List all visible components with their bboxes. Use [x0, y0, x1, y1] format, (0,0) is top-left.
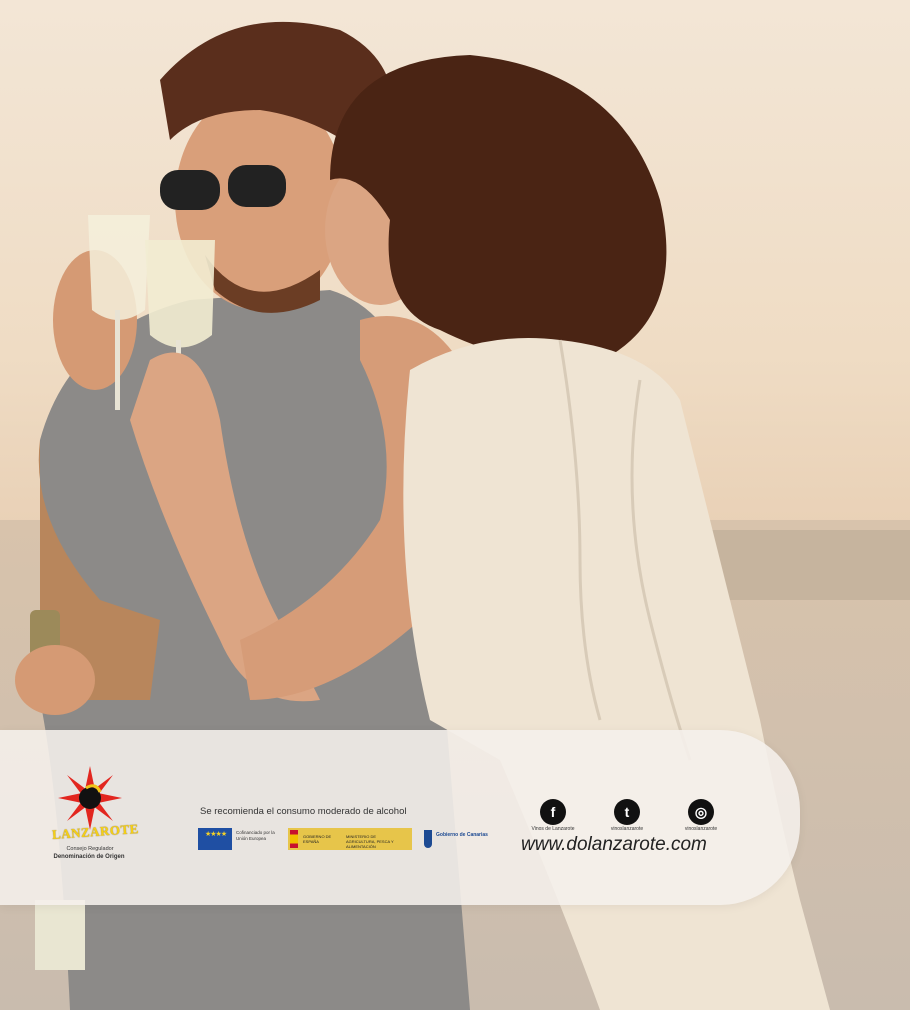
- logo-line-1: Consejo Regulador: [66, 846, 114, 852]
- logo-line-2: Denominación de Origen: [53, 854, 125, 860]
- canarias-shield-icon: [424, 830, 432, 848]
- distant-coast: [700, 530, 910, 600]
- wine-bottle-base: [35, 900, 85, 970]
- eu-stars-icon: ★★★★: [205, 831, 227, 838]
- man-hand-bottle: [15, 645, 95, 715]
- facebook-icon[interactable]: f: [540, 799, 566, 825]
- spain-gov-text: GOBIERNO DE ESPAÑA: [303, 834, 332, 844]
- instagram-icon[interactable]: ◎: [688, 799, 714, 825]
- instagram-label: vinoslanzarote: [684, 826, 718, 832]
- sunglasses-left: [160, 170, 220, 210]
- twitter-icon[interactable]: t: [614, 799, 640, 825]
- twitter-label: vinoslanzarote: [610, 826, 644, 832]
- wine-glass-1-stem: [115, 310, 120, 410]
- ministry-text: MINISTERIO DE AGRICULTURA, PESCA Y ALIME…: [346, 834, 394, 849]
- spain-flag-icon: [290, 830, 298, 848]
- wine-glass-2: [145, 240, 215, 348]
- canarias-gov-text: Gobierno de Canarias: [436, 832, 488, 838]
- eu-cofinanced-text: Cofinanciado por la Unión Europea: [236, 830, 275, 841]
- sunglasses-right: [228, 165, 286, 207]
- website-link[interactable]: www.dolanzarote.com: [521, 834, 707, 856]
- wine-glass-1: [88, 215, 150, 320]
- facebook-label: Vinos de Lanzarote: [531, 826, 575, 832]
- ad-canvas: LANZAROTE Consejo Regulador Denominación…: [0, 0, 910, 1010]
- alcohol-notice: Se recomienda el consumo moderado de alc…: [200, 806, 407, 817]
